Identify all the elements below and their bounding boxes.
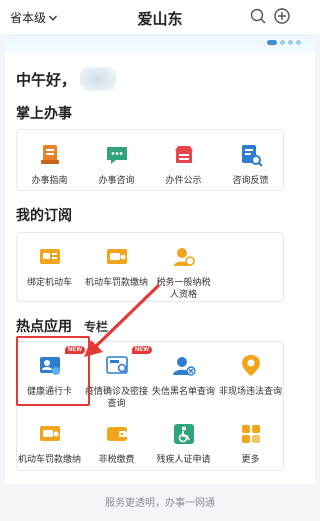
tile-label: 残疾人证申请 (156, 454, 211, 464)
tile-disability-card-application[interactable]: 残疾人证申请 (150, 421, 217, 465)
tile-label: 机动车罚款缴纳 (84, 277, 148, 287)
greeting-text: 中午好， (16, 71, 77, 89)
epidemic-query-icon (105, 356, 128, 374)
tab-special-column[interactable]: 专栏 (84, 318, 108, 335)
chat-bubble-icon (106, 147, 127, 164)
car-fine-icon (39, 426, 60, 441)
top-bar: 省本级 爱山东 (0, 0, 320, 34)
carousel-dot (267, 40, 277, 45)
annotation-highlight-box (16, 336, 90, 406)
tile-label: 机动车罚款缴纳 (17, 454, 81, 464)
blacklist-icon (172, 357, 196, 376)
hot-apps-grid-row2: 机动车罚款缴纳 非税缴费 残疾人证申请 更多 (16, 421, 284, 465)
search-icon[interactable] (249, 7, 267, 25)
tile-non-tax-payment[interactable]: 非税缴费 (83, 421, 150, 465)
plus-circle-icon[interactable] (273, 7, 291, 25)
carousel-indicator (267, 40, 301, 45)
tile-label: 失信黑名单查询 (151, 386, 215, 396)
shop-board-icon (174, 146, 193, 163)
document-search-icon (241, 145, 263, 167)
subscription-grid: 绑定机动车 机动车罚款缴纳 税务一般纳税人资格 (16, 244, 284, 300)
guide-document-icon (40, 145, 59, 164)
banner-carousel[interactable] (5, 34, 315, 54)
tile-more[interactable]: 更多 (217, 421, 284, 465)
greeting: 中午好， (16, 67, 117, 91)
tile-label: 疫情确诊及密接查询 (84, 386, 148, 408)
section-title-hot: 热点应用 (16, 318, 72, 334)
tile-label: 非现场违法查询 (218, 386, 282, 396)
tile-epidemic-query[interactable]: NEW 疫情确诊及密接查询 (83, 346, 152, 409)
tile-label: 非税缴费 (98, 454, 135, 464)
blurred-username (80, 67, 117, 91)
disabled-card-icon (173, 424, 194, 444)
tile-vehicle-fine-payment[interactable]: 机动车罚款缴纳 (16, 421, 83, 465)
tile-consult-feedback[interactable]: 咨询反馈 (217, 142, 284, 186)
tile-bind-vehicle[interactable]: 绑定机动车 (16, 244, 83, 300)
tile-blacklist-query[interactable]: 失信黑名单查询 (150, 353, 217, 409)
app-title: 爱山东 (137, 11, 183, 28)
handbook-grid: 办事指南 办事咨询 办件公示 咨询反馈 (16, 142, 284, 186)
location-pin-icon (241, 355, 260, 376)
tile-label: 办事咨询 (98, 175, 135, 185)
section-title-handbook: 掌上办事 (16, 105, 72, 121)
tile-case-publicity[interactable]: 办件公示 (150, 142, 217, 186)
tile-label: 咨询反馈 (232, 175, 269, 185)
tile-label: 办件公示 (165, 175, 202, 185)
car-fine-icon (106, 249, 127, 264)
tile-offsite-violation-query[interactable]: 非现场违法查询 (217, 353, 284, 409)
footer-slogan: 服务更透明，办事一网通 (105, 498, 215, 509)
taxpayer-icon (173, 248, 195, 266)
wallet-icon (106, 427, 127, 441)
carousel-dot (280, 40, 285, 45)
tile-label: 更多 (241, 454, 260, 464)
grid-more-icon (241, 425, 260, 443)
tile-service-consult[interactable]: 办事咨询 (83, 142, 150, 186)
carousel-dot (296, 40, 301, 45)
tile-service-guide[interactable]: 办事指南 (16, 142, 83, 186)
section-title-subscription: 我的订阅 (16, 207, 72, 223)
car-card-icon (39, 249, 60, 264)
new-badge: NEW (132, 346, 152, 354)
tile-taxpayer-qualification[interactable]: 税务一般纳税人资格 (150, 244, 217, 300)
tile-label: 办事指南 (31, 175, 68, 185)
carousel-dot (288, 40, 293, 45)
tile-label: 税务一般纳税人资格 (156, 277, 211, 299)
tile-label: 绑定机动车 (26, 277, 72, 287)
tile-vehicle-fine[interactable]: 机动车罚款缴纳 (83, 244, 150, 300)
